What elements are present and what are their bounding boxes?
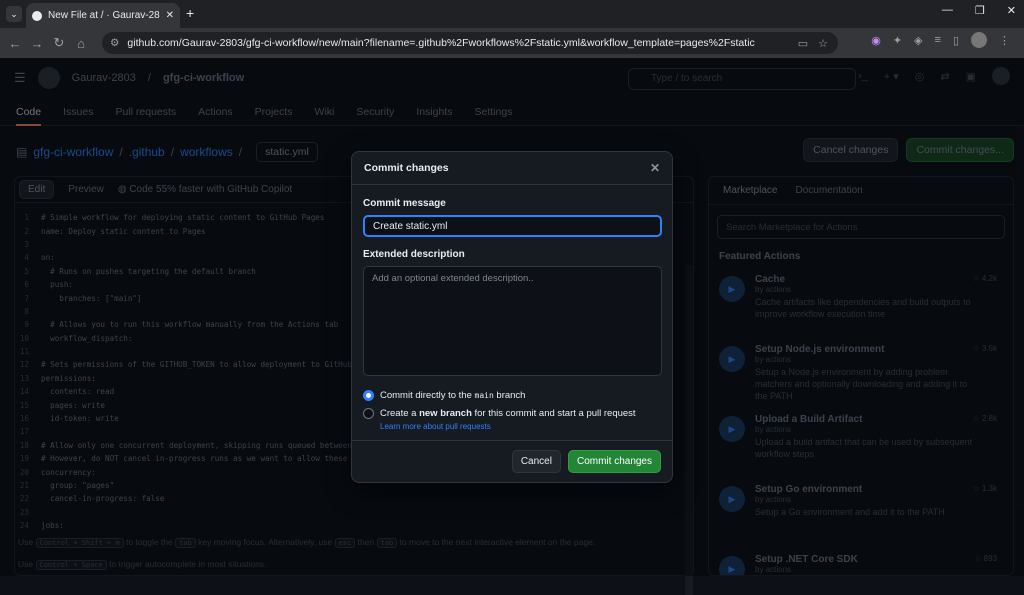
commit-changes-dialog: Commit changes ✕ Commit message Extended… — [351, 151, 673, 483]
commit-directly-option[interactable]: Commit directly to the main branch — [363, 390, 661, 401]
reload-icon[interactable]: ↻ — [48, 35, 70, 51]
commit-message-input[interactable] — [363, 215, 662, 237]
bookmark-star-icon[interactable]: ☆ — [818, 37, 828, 50]
minimize-icon[interactable]: — — [942, 4, 953, 17]
back-icon[interactable]: ← — [4, 36, 26, 51]
github-favicon-icon — [32, 10, 42, 21]
commit-message-label: Commit message — [363, 198, 446, 209]
url-text: github.com/Gaurav-2803/gfg-ci-workflow/n… — [127, 37, 755, 49]
new-branch-label: Create a new branch for this commit and … — [380, 408, 636, 419]
new-branch-option[interactable]: Create a new branch for this commit and … — [363, 408, 661, 419]
menu-kebab-icon[interactable]: ⋮ — [999, 34, 1010, 47]
profile-avatar[interactable] — [971, 32, 987, 48]
commit-changes-button[interactable]: Commit changes — [567, 450, 661, 473]
restore-icon[interactable]: ❐ — [975, 4, 985, 17]
extended-description-textarea[interactable] — [363, 266, 662, 376]
close-tab-icon[interactable]: ✕ — [166, 10, 174, 21]
dialog-title: Commit changes — [364, 162, 449, 174]
learn-more-link[interactable]: Learn more about pull requests — [380, 422, 661, 431]
close-icon[interactable]: ✕ — [650, 161, 660, 175]
install-app-icon[interactable]: ▭ — [798, 37, 808, 50]
home-icon[interactable]: ⌂ — [70, 36, 92, 51]
url-bar[interactable]: ⚙ github.com/Gaurav-2803/gfg-ci-workflow… — [102, 32, 838, 54]
window-close-icon[interactable]: ✕ — [1007, 4, 1016, 17]
extension-2-icon[interactable]: ◈ — [914, 34, 922, 47]
extended-description-label: Extended description — [363, 249, 465, 260]
extensions-puzzle-icon[interactable]: ✦ — [893, 34, 902, 47]
extension-icon[interactable]: ◉ — [871, 34, 881, 47]
commit-directly-label: Commit directly to the main branch — [380, 390, 526, 401]
tab-search-icon[interactable]: ⌄ — [6, 6, 22, 22]
site-info-icon[interactable]: ⚙ — [110, 37, 119, 49]
browser-tab[interactable]: New File at / · Gaurav-2803/gfg ✕ — [26, 3, 180, 28]
radio-new-branch[interactable] — [363, 408, 374, 419]
reading-list-icon[interactable]: ≡ — [935, 34, 941, 46]
browser-tabstrip: ⌄ New File at / · Gaurav-2803/gfg ✕ + — … — [0, 0, 1024, 28]
address-bar-row: ← → ↻ ⌂ ⚙ github.com/Gaurav-2803/gfg-ci-… — [0, 28, 1024, 58]
radio-commit-directly[interactable] — [363, 390, 374, 401]
cancel-button[interactable]: Cancel — [511, 450, 561, 473]
side-panel-icon[interactable]: ▯ — [953, 34, 959, 47]
new-tab-icon[interactable]: + — [186, 5, 194, 21]
forward-icon[interactable]: → — [26, 36, 48, 51]
tab-title: New File at / · Gaurav-2803/gfg — [48, 10, 160, 21]
